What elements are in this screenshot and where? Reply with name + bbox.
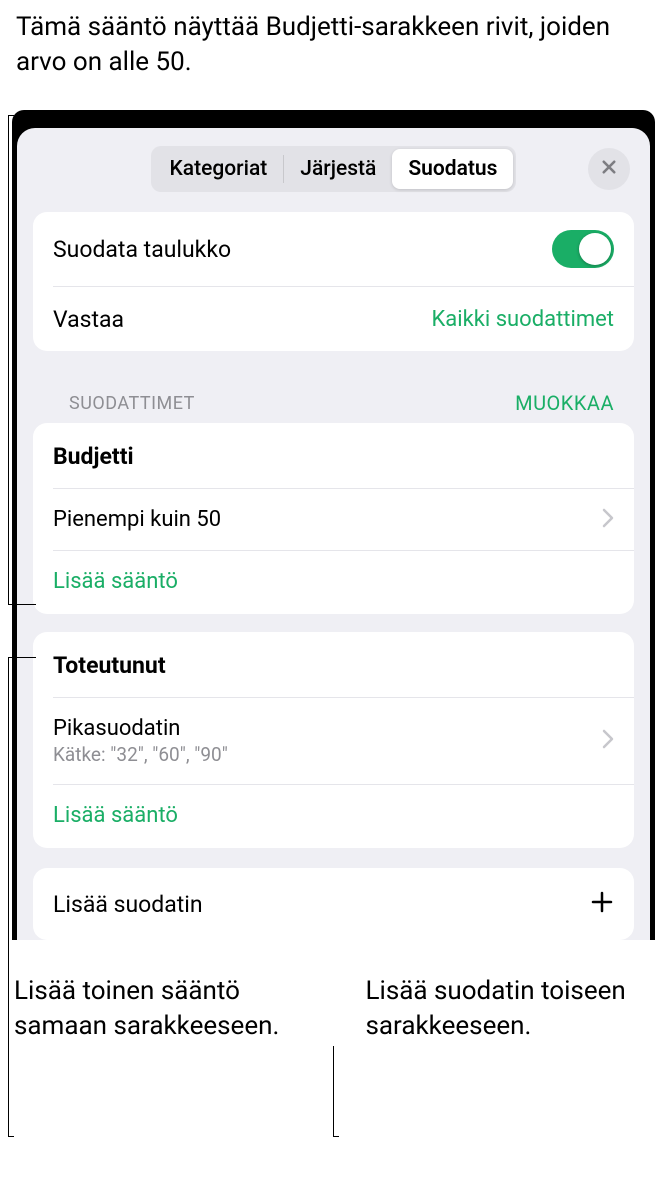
match-label: Vastaa: [53, 306, 124, 333]
filter-rule-subtitle: Kätke: ″32″, ″60″, ″90″: [53, 743, 228, 766]
callout-leader-line: [8, 657, 9, 1137]
bottom-callouts: Lisää toinen sääntö samaan sarakkeeseen.…: [0, 958, 667, 1044]
add-filter-button[interactable]: Lisää suodatin: [33, 868, 634, 940]
match-row[interactable]: Vastaa Kaikki suodattimet: [33, 287, 634, 351]
add-rule-button[interactable]: Lisää sääntö: [33, 551, 634, 614]
callout-leader-line: [333, 1046, 334, 1137]
callout-bottom-right: Lisää suodatin toiseen sarakkeeseen.: [366, 974, 667, 1044]
filter-table-row: Suodata taulukko: [33, 212, 634, 286]
edit-button[interactable]: MUOKKAA: [515, 391, 614, 415]
callout-bottom-left: Lisää toinen sääntö samaan sarakkeeseen.: [14, 974, 316, 1044]
chevron-right-icon: [602, 729, 614, 753]
filter-group-budjetti: Budjetti Pienempi kuin 50 Lisää sääntö: [33, 423, 634, 614]
filter-sheet: Kategoriat Järjestä Suodatus Suodata tau…: [17, 128, 650, 940]
filters-section-header: SUODATTIMET MUOKKAA: [33, 391, 634, 423]
plus-icon: [590, 890, 614, 918]
filter-settings-card: Suodata taulukko Vastaa Kaikki suodattim…: [33, 212, 634, 351]
add-filter-card: Lisää suodatin: [33, 868, 634, 940]
filter-rule-text: Pienempi kuin 50: [53, 507, 221, 532]
phone-frame: Kategoriat Järjestä Suodatus Suodata tau…: [12, 110, 655, 940]
filter-column-name: Toteutunut: [33, 632, 634, 697]
callout-leader-line: [8, 115, 9, 605]
add-rule-label: Lisää sääntö: [53, 803, 614, 828]
add-rule-button[interactable]: Lisää sääntö: [33, 785, 634, 848]
filter-rule-row[interactable]: Pienempi kuin 50: [33, 489, 634, 550]
add-filter-label: Lisää suodatin: [53, 891, 203, 918]
filters-section-title: SUODATTIMET: [69, 393, 195, 414]
sheet-header: Kategoriat Järjestä Suodatus: [17, 146, 650, 212]
close-icon: [600, 158, 618, 180]
tab-sort[interactable]: Järjestä: [284, 149, 392, 189]
tab-categories[interactable]: Kategoriat: [154, 149, 284, 189]
tab-filter[interactable]: Suodatus: [392, 149, 513, 189]
callout-top: Tämä sääntö näyttää Budjetti-sarakkeen r…: [0, 0, 667, 110]
chevron-right-icon: [602, 508, 614, 532]
filter-rule-text: Pikasuodatin: [53, 716, 228, 741]
add-rule-label: Lisää sääntö: [53, 569, 614, 594]
match-value: Kaikki suodattimet: [431, 307, 614, 332]
filter-group-toteutunut: Toteutunut Pikasuodatin Kätke: ″32″, ″60…: [33, 632, 634, 848]
close-button[interactable]: [588, 148, 630, 190]
filter-column-name: Budjetti: [33, 423, 634, 488]
segmented-control: Kategoriat Järjestä Suodatus: [151, 146, 517, 192]
filter-rule-row[interactable]: Pikasuodatin Kätke: ″32″, ″60″, ″90″: [33, 698, 634, 784]
filter-table-toggle[interactable]: [552, 230, 614, 268]
filter-table-label: Suodata taulukko: [53, 236, 231, 263]
